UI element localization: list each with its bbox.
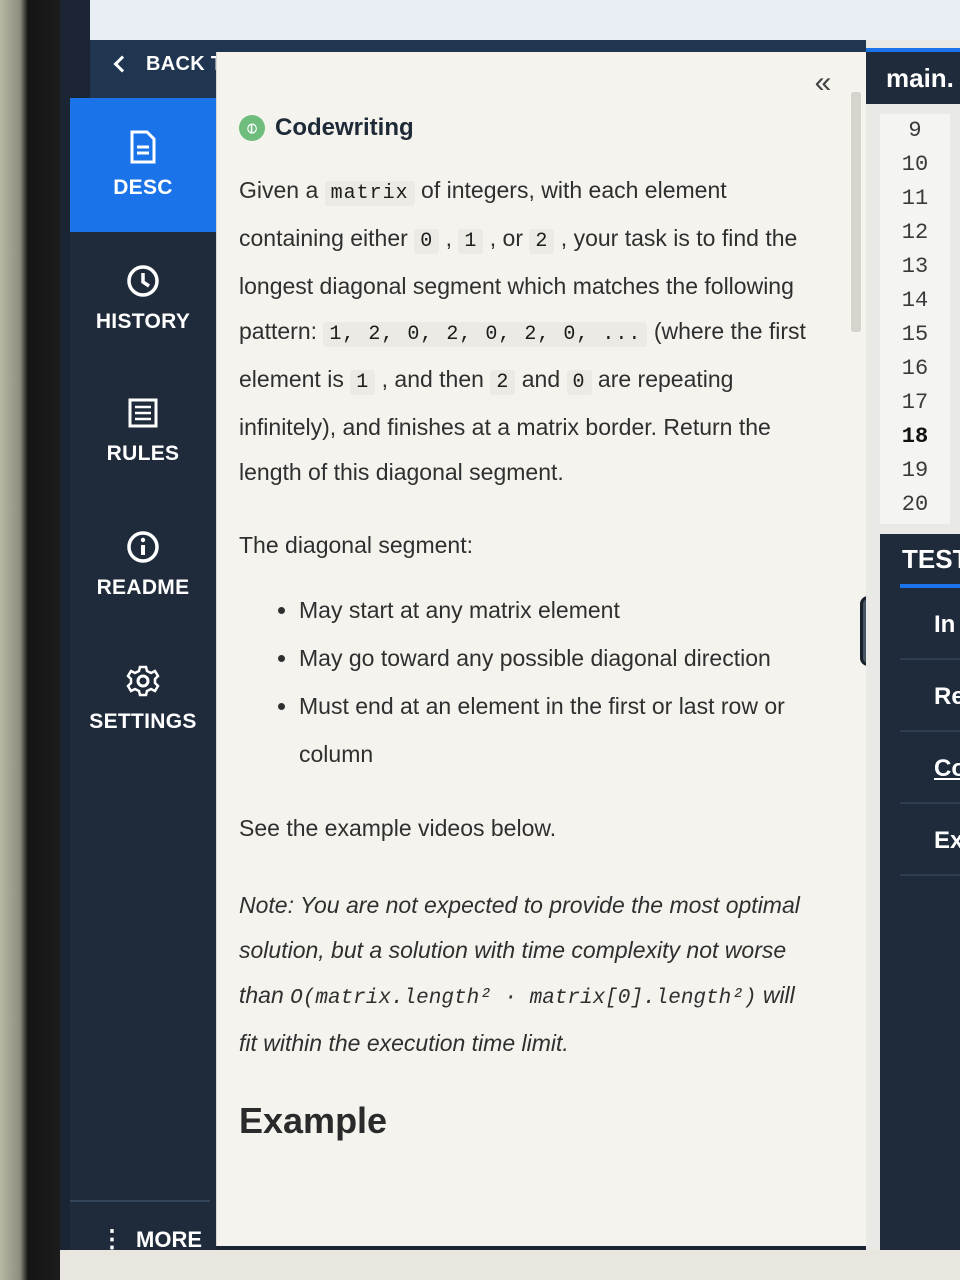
tests-row-result[interactable]: Re <box>900 662 960 732</box>
inline-code: 2 <box>490 370 516 395</box>
inline-code: 0 <box>566 370 592 395</box>
question-header: ⦶ Codewriting <box>239 114 819 142</box>
inline-code: 1, 2, 0, 2, 0, 2, 0, ... <box>323 322 648 347</box>
line-number: 17 <box>901 390 929 415</box>
tests-row-expected[interactable]: Ex <box>900 806 960 876</box>
sidebar-item-label: RULES <box>106 442 180 465</box>
line-number: 12 <box>901 220 929 245</box>
chevron-left-icon <box>113 55 131 73</box>
question-title: Codewriting <box>275 114 414 141</box>
description-paragraph: Given a matrix of integers, with each el… <box>239 168 819 495</box>
line-number: 11 <box>901 186 929 211</box>
line-number: 14 <box>901 288 929 313</box>
text-span: , <box>439 225 459 251</box>
list-item: May go toward any possible diagonal dire… <box>299 634 819 682</box>
clock-icon <box>126 264 160 298</box>
sidebar: DESC HISTORY RULES README SETTINGS <box>70 98 216 1250</box>
description-content: ⦶ Codewriting Given a matrix of integers… <box>239 114 819 1142</box>
line-number: 16 <box>901 356 929 381</box>
line-number-gutter: 9 10 11 12 13 14 15 16 17 18 19 20 <box>880 114 950 524</box>
inline-code: matrix <box>324 181 415 206</box>
sidebar-item-desc[interactable]: DESC <box>70 98 216 232</box>
segment-intro: The diagonal segment: <box>239 532 473 558</box>
divider <box>70 1200 210 1202</box>
list-item: May start at any matrix element <box>299 586 819 634</box>
tests-row-console[interactable]: Co <box>900 734 960 804</box>
text-span: Given a <box>239 177 325 203</box>
text-span: and <box>515 366 567 392</box>
tests-title: TEST <box>902 544 960 574</box>
sidebar-item-history[interactable]: HISTORY <box>70 232 216 366</box>
line-number: 20 <box>901 492 929 517</box>
tests-row-input[interactable]: In <box>900 590 960 660</box>
tests-tab-indicator <box>900 584 960 588</box>
collapse-panel-button[interactable]: « <box>806 68 840 98</box>
device-bezel <box>0 0 60 1280</box>
info-icon <box>126 530 160 564</box>
sidebar-item-settings[interactable]: SETTINGS <box>70 632 216 766</box>
list-icon <box>126 396 160 430</box>
sidebar-item-label: HISTORY <box>95 310 191 333</box>
inline-code: O(matrix.length² · matrix[0].length²) <box>290 987 757 1010</box>
sidebar-item-label: DESC <box>113 176 173 199</box>
file-tab-main[interactable]: main. <box>866 48 960 104</box>
inline-code: 2 <box>529 229 555 254</box>
sidebar-item-readme[interactable]: README <box>70 498 216 632</box>
inline-code: 1 <box>458 229 484 254</box>
difficulty-badge-icon: ⦶ <box>239 115 265 141</box>
sidebar-item-label: README <box>96 576 190 599</box>
text-span: , or <box>483 225 530 251</box>
complexity-note: Note: You are not expected to provide th… <box>239 883 819 1066</box>
line-number: 13 <box>901 254 929 279</box>
device-bezel-bottom <box>60 1250 960 1280</box>
list-item: Must end at an element in the first or l… <box>299 682 819 778</box>
segment-rules-list: May start at any matrix element May go t… <box>299 586 819 778</box>
tests-panel: TEST In Re Co Ex <box>880 534 960 1250</box>
example-heading: Example <box>239 1100 388 1141</box>
line-number: 9 <box>908 118 922 143</box>
line-number: 15 <box>901 322 929 347</box>
line-number-current: 18 <box>901 424 929 449</box>
document-icon <box>126 130 160 164</box>
description-panel: « ⦶ Codewriting Given a matrix of intege… <box>216 52 866 1246</box>
gear-icon <box>126 664 160 698</box>
sidebar-item-rules[interactable]: RULES <box>70 364 216 498</box>
inline-code: 0 <box>414 229 440 254</box>
line-number: 19 <box>901 458 929 483</box>
text-span: , and then <box>375 366 491 392</box>
sidebar-item-label: SETTINGS <box>89 710 197 733</box>
line-number: 10 <box>901 152 929 177</box>
scrollbar[interactable] <box>851 92 861 332</box>
more-dots-icon: ⋮ <box>100 1226 124 1253</box>
see-examples-text: See the example videos below. <box>239 815 557 841</box>
inline-code: 1 <box>350 370 376 395</box>
